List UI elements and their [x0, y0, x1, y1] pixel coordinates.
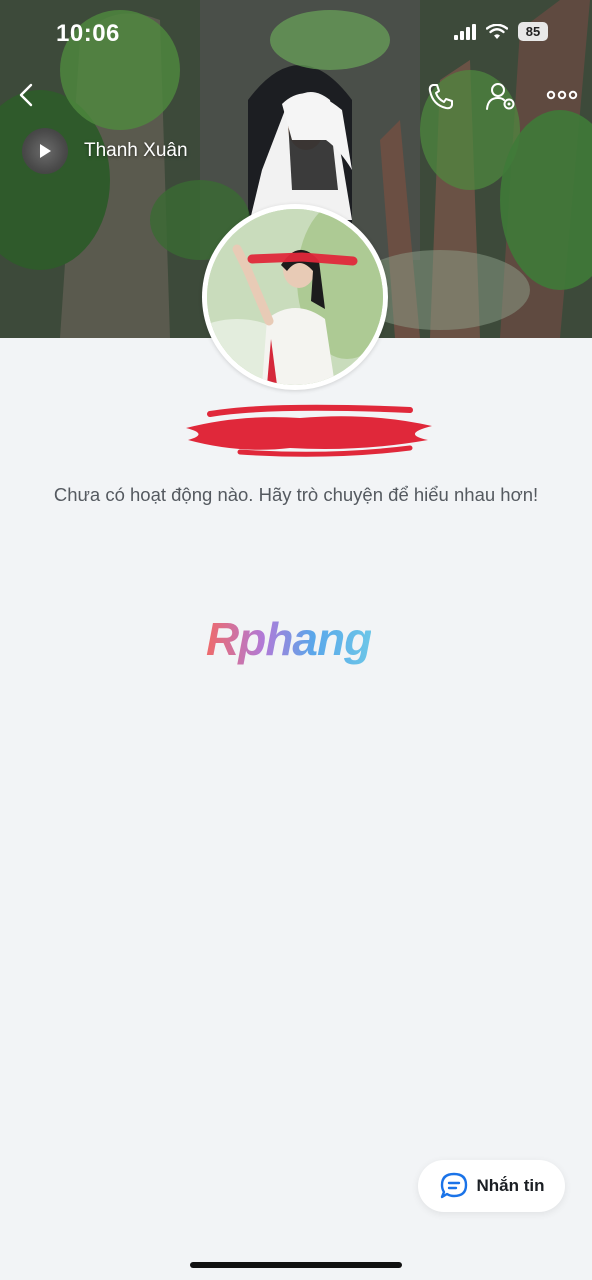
- signal-icon: [454, 23, 476, 40]
- more-button[interactable]: [546, 80, 580, 114]
- play-icon: [40, 144, 51, 158]
- avatar-photo: [207, 209, 383, 385]
- chat-bubble-icon: [440, 1172, 467, 1199]
- watermark-logo: Rphang: [206, 613, 372, 665]
- user-settings-icon: [486, 83, 515, 110]
- home-indicator[interactable]: [190, 1262, 402, 1268]
- status-icons: 85: [454, 22, 548, 41]
- avatar[interactable]: [202, 204, 388, 390]
- music-disc[interactable]: [22, 128, 68, 174]
- profile-music-player[interactable]: Thanh Xuân: [22, 128, 188, 174]
- back-button[interactable]: [12, 80, 42, 110]
- chevron-left-icon: [19, 83, 33, 107]
- more-horizontal-icon: [546, 90, 578, 100]
- phone-icon: [428, 84, 453, 110]
- message-button[interactable]: Nhắn tin: [418, 1160, 565, 1212]
- empty-activity-message: Chưa có hoạt động nào. Hãy trò chuyện để…: [53, 484, 539, 505]
- music-title: Thanh Xuân: [84, 140, 188, 161]
- status-time: 10:06: [56, 20, 120, 47]
- profile-settings-button[interactable]: [484, 80, 518, 114]
- wifi-icon: [486, 23, 508, 39]
- call-button[interactable]: [424, 80, 458, 114]
- battery-indicator: 85: [518, 22, 548, 41]
- message-button-label: Nhắn tin: [476, 1176, 545, 1195]
- redacted-name: [186, 404, 432, 457]
- avatar-image: [207, 209, 383, 385]
- status-bar: 10:06 85: [0, 0, 592, 60]
